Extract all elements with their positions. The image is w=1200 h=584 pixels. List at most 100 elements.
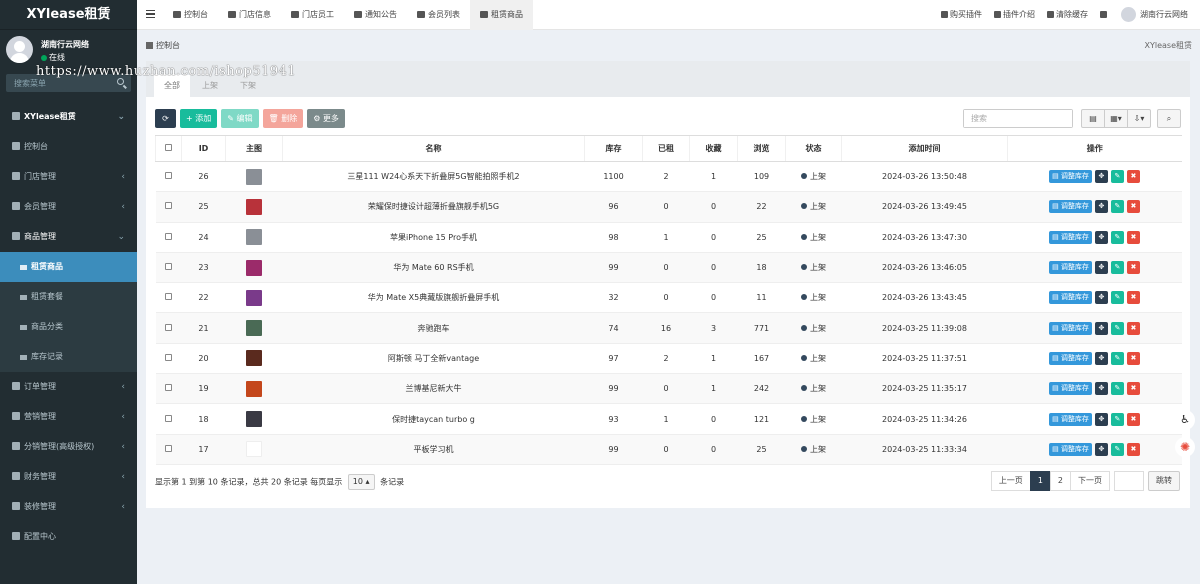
sidebar-item-stock-records[interactable]: 库存记录 bbox=[0, 342, 137, 372]
cell-status[interactable]: 上架 bbox=[785, 282, 842, 314]
delete-row-button[interactable]: ✖ bbox=[1126, 200, 1140, 214]
drag-button[interactable]: ✥ bbox=[1094, 230, 1108, 244]
page-2-button[interactable]: 2 bbox=[1049, 471, 1071, 491]
sidebar-item-rental-products[interactable]: 租赁商品 bbox=[0, 252, 137, 282]
drag-button[interactable]: ✥ bbox=[1094, 321, 1108, 335]
col-header-favorites[interactable]: 收藏 bbox=[689, 135, 738, 162]
sidebar-item-stores[interactable]: 门店管理 ‹ bbox=[0, 162, 137, 192]
drag-button[interactable]: ✥ bbox=[1094, 351, 1108, 365]
tab-members[interactable]: 会员列表 bbox=[407, 0, 470, 30]
next-page-button[interactable]: 下一页 bbox=[1070, 471, 1110, 491]
sidebar-item-rental-packages[interactable]: 租赁套餐 bbox=[0, 282, 137, 312]
cell-status[interactable]: 上架 bbox=[785, 373, 842, 405]
cell-status[interactable]: 上架 bbox=[785, 312, 842, 344]
cell-image[interactable] bbox=[225, 373, 283, 405]
adjust-stock-button[interactable]: ▤ 调整库存 bbox=[1049, 170, 1092, 184]
drag-button[interactable]: ✥ bbox=[1094, 442, 1108, 456]
row-select-cell[interactable] bbox=[155, 312, 182, 344]
adjust-stock-button[interactable]: ▤ 调整库存 bbox=[1049, 230, 1092, 244]
edit-row-button[interactable]: ✎ bbox=[1110, 412, 1124, 426]
delete-row-button[interactable]: ✖ bbox=[1126, 170, 1140, 184]
add-button[interactable]: + 添加 bbox=[180, 109, 218, 128]
edit-button[interactable]: ✎ 编辑 bbox=[221, 109, 259, 128]
cell-image[interactable] bbox=[225, 434, 283, 465]
product-thumbnail[interactable] bbox=[246, 168, 262, 185]
cell-image[interactable] bbox=[225, 282, 283, 314]
col-header-name[interactable]: 名称 bbox=[282, 135, 585, 162]
cell-status[interactable]: 上架 bbox=[785, 252, 842, 284]
delete-row-button[interactable]: ✖ bbox=[1126, 291, 1140, 305]
buy-plugin-link[interactable]: 购买插件 bbox=[935, 0, 988, 30]
tab-store-staff[interactable]: 门店员工 bbox=[281, 0, 344, 30]
delete-row-button[interactable]: ✖ bbox=[1126, 442, 1140, 456]
row-select-cell[interactable] bbox=[155, 252, 182, 284]
cell-status[interactable]: 上架 bbox=[785, 403, 842, 435]
cell-status[interactable]: 上架 bbox=[785, 191, 842, 223]
row-select-cell[interactable] bbox=[155, 403, 182, 435]
adjust-stock-button[interactable]: ▤ 调整库存 bbox=[1049, 321, 1092, 335]
delete-row-button[interactable]: ✖ bbox=[1126, 230, 1140, 244]
fullscreen-button[interactable] bbox=[1094, 0, 1115, 30]
edit-row-button[interactable]: ✎ bbox=[1110, 291, 1124, 305]
product-thumbnail[interactable] bbox=[246, 229, 262, 246]
edit-row-button[interactable]: ✎ bbox=[1110, 230, 1124, 244]
adjust-stock-button[interactable]: ▤ 调整库存 bbox=[1049, 261, 1092, 275]
row-checkbox[interactable] bbox=[165, 384, 172, 392]
table-search-input[interactable] bbox=[964, 110, 1072, 127]
product-thumbnail[interactable] bbox=[246, 198, 262, 215]
col-header-created[interactable]: 添加时间 bbox=[841, 135, 1008, 162]
edit-row-button[interactable]: ✎ bbox=[1110, 442, 1124, 456]
delete-row-button[interactable]: ✖ bbox=[1126, 412, 1140, 426]
delete-row-button[interactable]: ✖ bbox=[1126, 321, 1140, 335]
cell-image[interactable] bbox=[225, 343, 283, 375]
breadcrumb-home[interactable]: 控制台 bbox=[146, 40, 180, 51]
col-header-rented[interactable]: 已租 bbox=[642, 135, 690, 162]
tab-store-info[interactable]: 门店信息 bbox=[218, 0, 281, 30]
cell-status[interactable]: 上架 bbox=[785, 161, 842, 193]
sidebar-item-categories[interactable]: 商品分类 bbox=[0, 312, 137, 342]
product-thumbnail[interactable] bbox=[246, 289, 262, 306]
drag-button[interactable]: ✥ bbox=[1094, 382, 1108, 396]
col-header-status[interactable]: 状态 bbox=[785, 135, 842, 162]
sidebar-item-xylease[interactable]: XYlease租赁 ⌄ bbox=[0, 102, 137, 132]
product-thumbnail[interactable] bbox=[246, 411, 262, 428]
row-select-cell[interactable] bbox=[155, 222, 182, 253]
drag-button[interactable]: ✥ bbox=[1094, 200, 1108, 214]
prev-page-button[interactable]: 上一页 bbox=[990, 471, 1031, 491]
sidebar-item-orders[interactable]: 订单管理 ‹ bbox=[0, 372, 137, 402]
jump-page-input[interactable] bbox=[1115, 472, 1143, 490]
drag-button[interactable]: ✥ bbox=[1094, 412, 1108, 426]
row-checkbox[interactable] bbox=[165, 263, 172, 271]
row-checkbox[interactable] bbox=[165, 232, 172, 240]
delete-row-button[interactable]: ✖ bbox=[1126, 382, 1140, 396]
edit-row-button[interactable]: ✎ bbox=[1110, 170, 1124, 184]
cell-image[interactable] bbox=[225, 222, 283, 253]
row-select-cell[interactable] bbox=[155, 282, 182, 314]
row-checkbox[interactable] bbox=[165, 172, 172, 180]
page-size-select[interactable]: 10 ▴ bbox=[347, 474, 375, 490]
sidebar-item-dashboard[interactable]: 控制台 bbox=[0, 132, 137, 162]
more-button[interactable]: ⚙ 更多 bbox=[307, 109, 345, 128]
page-1-button[interactable]: 1 bbox=[1029, 471, 1051, 491]
delete-button[interactable]: 🗑 删除 bbox=[262, 109, 304, 128]
row-checkbox[interactable] bbox=[165, 444, 172, 452]
product-thumbnail[interactable] bbox=[246, 380, 262, 397]
advanced-search-button[interactable]: ⌕ bbox=[1157, 109, 1181, 128]
drag-button[interactable]: ✥ bbox=[1094, 261, 1108, 275]
cell-image[interactable] bbox=[225, 191, 283, 223]
row-select-cell[interactable] bbox=[155, 343, 182, 375]
row-checkbox[interactable] bbox=[165, 353, 172, 361]
delete-row-button[interactable]: ✖ bbox=[1126, 351, 1140, 365]
cell-image[interactable] bbox=[225, 312, 283, 344]
sidebar-item-decoration[interactable]: 装修管理 ‹ bbox=[0, 492, 137, 522]
jump-button[interactable]: 跳转 bbox=[1148, 471, 1180, 491]
select-all-header[interactable] bbox=[155, 135, 182, 162]
tab-rental-products[interactable]: 租赁商品 bbox=[470, 0, 533, 30]
table-row[interactable]: 22 华为 Mate X5典藏版旗舰折叠屏手机 32 0 0 11 上架 2024-03-26… bbox=[155, 282, 1182, 314]
sidebar-item-finance[interactable]: 财务管理 ‹ bbox=[0, 462, 137, 492]
drag-button[interactable]: ✥ bbox=[1094, 291, 1108, 305]
table-row[interactable]: 26 三星111 W24心系天下折叠屏5G智能拍照手机2 1100 2 1 109 上架 20… bbox=[155, 161, 1182, 193]
search-icon[interactable] bbox=[117, 78, 124, 85]
edit-row-button[interactable]: ✎ bbox=[1110, 261, 1124, 275]
cell-image[interactable] bbox=[225, 252, 283, 284]
